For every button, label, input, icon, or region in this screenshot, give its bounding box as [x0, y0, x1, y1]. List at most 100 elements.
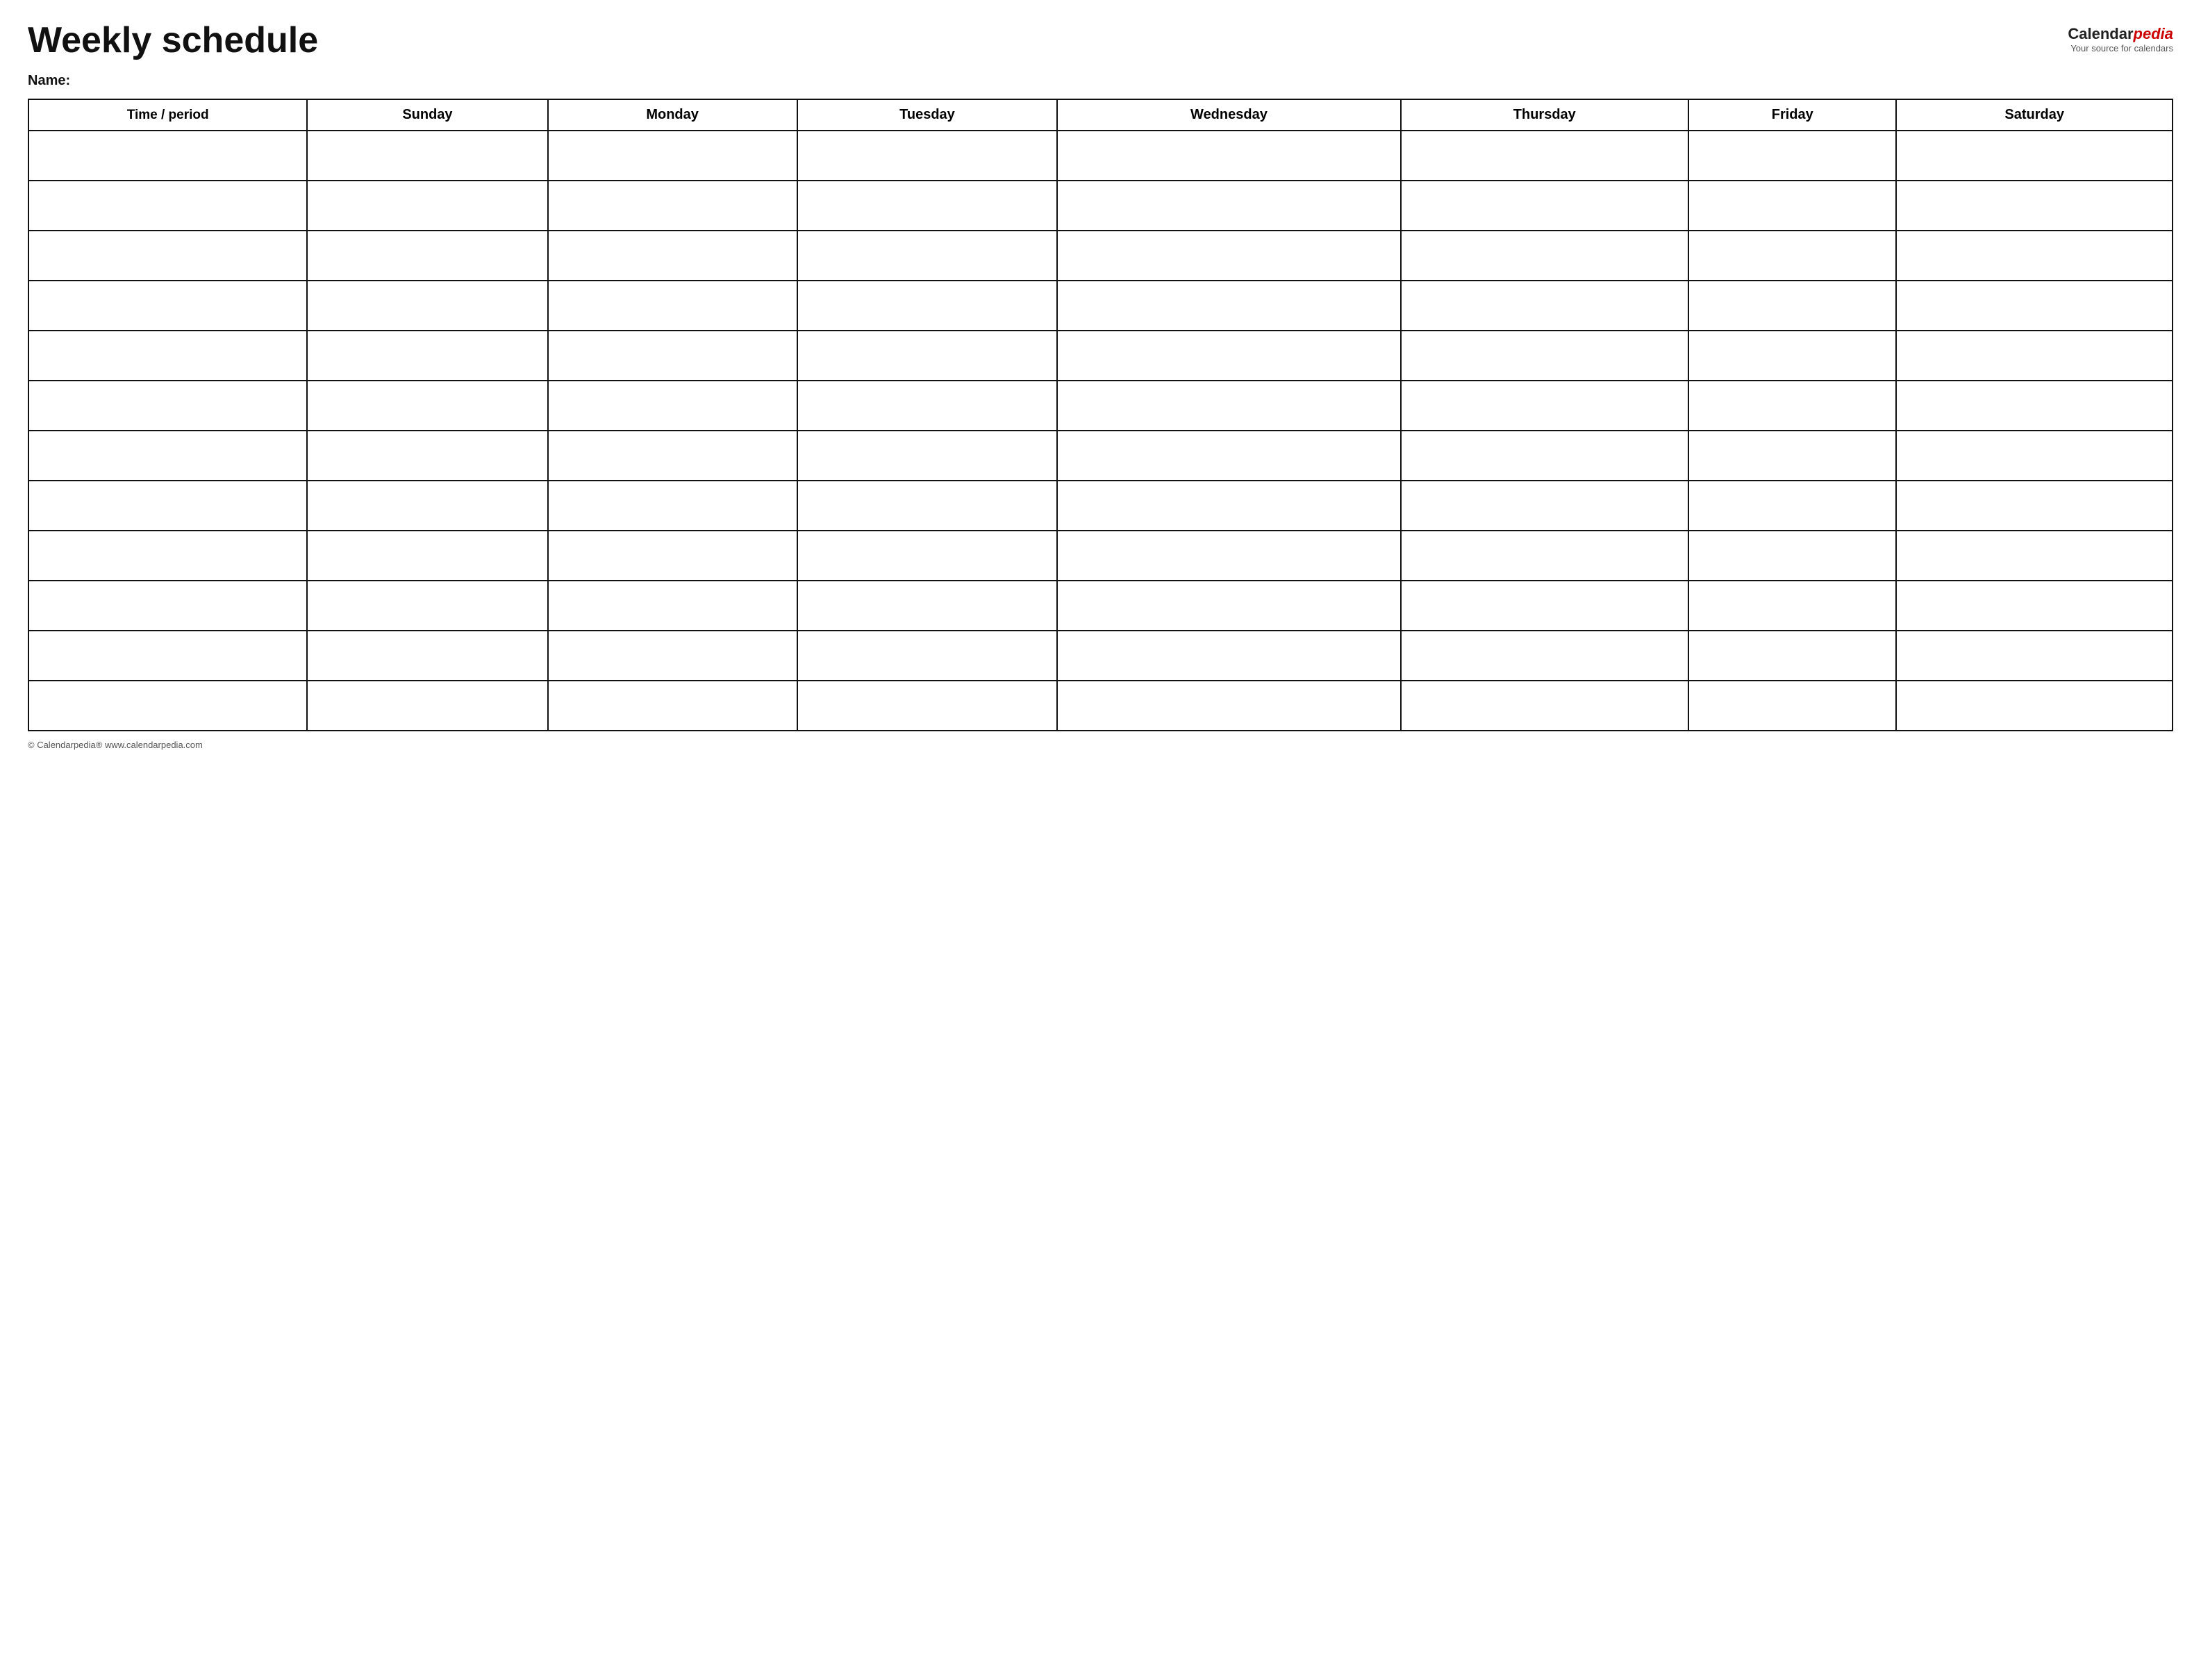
- table-cell[interactable]: [307, 681, 547, 731]
- table-cell[interactable]: [1057, 631, 1400, 681]
- table-cell[interactable]: [28, 381, 307, 431]
- table-cell[interactable]: [1688, 381, 1896, 431]
- table-cell[interactable]: [1057, 131, 1400, 181]
- table-cell[interactable]: [797, 231, 1058, 281]
- table-cell[interactable]: [1401, 581, 1689, 631]
- table-cell[interactable]: [28, 281, 307, 331]
- table-cell[interactable]: [797, 181, 1058, 231]
- table-cell[interactable]: [307, 331, 547, 381]
- table-cell[interactable]: [548, 331, 797, 381]
- table-cell[interactable]: [28, 331, 307, 381]
- table-cell[interactable]: [1401, 281, 1689, 331]
- table-cell[interactable]: [307, 581, 547, 631]
- table-cell[interactable]: [1057, 431, 1400, 481]
- table-cell[interactable]: [28, 481, 307, 531]
- table-cell[interactable]: [797, 131, 1058, 181]
- table-cell[interactable]: [1688, 531, 1896, 581]
- table-cell[interactable]: [1896, 281, 2173, 331]
- table-cell[interactable]: [1057, 231, 1400, 281]
- schedule-table: Time / periodSundayMondayTuesdayWednesda…: [28, 99, 2173, 731]
- table-cell[interactable]: [307, 281, 547, 331]
- table-cell[interactable]: [1401, 381, 1689, 431]
- table-cell[interactable]: [1401, 181, 1689, 231]
- table-cell[interactable]: [1688, 431, 1896, 481]
- table-cell[interactable]: [797, 631, 1058, 681]
- table-cell[interactable]: [1401, 631, 1689, 681]
- table-cell[interactable]: [28, 581, 307, 631]
- table-cell[interactable]: [1057, 381, 1400, 431]
- table-cell[interactable]: [1401, 131, 1689, 181]
- table-cell[interactable]: [797, 531, 1058, 581]
- table-cell[interactable]: [548, 131, 797, 181]
- table-cell[interactable]: [307, 131, 547, 181]
- table-cell[interactable]: [1401, 481, 1689, 531]
- table-cell[interactable]: [28, 181, 307, 231]
- table-cell[interactable]: [307, 481, 547, 531]
- table-cell[interactable]: [1896, 431, 2173, 481]
- table-cell[interactable]: [1401, 331, 1689, 381]
- table-cell[interactable]: [1896, 331, 2173, 381]
- table-cell[interactable]: [1688, 231, 1896, 281]
- table-cell[interactable]: [1057, 581, 1400, 631]
- table-cell[interactable]: [797, 281, 1058, 331]
- table-cell[interactable]: [548, 181, 797, 231]
- table-cell[interactable]: [1896, 181, 2173, 231]
- table-cell[interactable]: [28, 631, 307, 681]
- table-cell[interactable]: [1057, 531, 1400, 581]
- table-cell[interactable]: [1688, 581, 1896, 631]
- table-cell[interactable]: [548, 581, 797, 631]
- table-cell[interactable]: [307, 381, 547, 431]
- table-cell[interactable]: [28, 681, 307, 731]
- table-cell[interactable]: [548, 281, 797, 331]
- table-cell[interactable]: [307, 531, 547, 581]
- table-cell[interactable]: [797, 481, 1058, 531]
- table-cell[interactable]: [1896, 381, 2173, 431]
- table-cell[interactable]: [548, 481, 797, 531]
- table-cell[interactable]: [1688, 331, 1896, 381]
- table-row: [28, 281, 2173, 331]
- table-cell[interactable]: [28, 231, 307, 281]
- table-cell[interactable]: [1688, 281, 1896, 331]
- table-cell[interactable]: [1057, 181, 1400, 231]
- table-cell[interactable]: [797, 581, 1058, 631]
- table-cell[interactable]: [1896, 531, 2173, 581]
- table-cell[interactable]: [1896, 131, 2173, 181]
- table-cell[interactable]: [548, 531, 797, 581]
- table-cell[interactable]: [1688, 681, 1896, 731]
- table-cell[interactable]: [1896, 681, 2173, 731]
- table-cell[interactable]: [548, 631, 797, 681]
- table-cell[interactable]: [1401, 681, 1689, 731]
- table-cell[interactable]: [1057, 681, 1400, 731]
- table-cell[interactable]: [548, 431, 797, 481]
- logo-calendar: Calendar: [2068, 25, 2133, 42]
- table-cell[interactable]: [1401, 431, 1689, 481]
- table-cell[interactable]: [307, 231, 547, 281]
- table-cell[interactable]: [548, 681, 797, 731]
- table-cell[interactable]: [28, 431, 307, 481]
- table-cell[interactable]: [548, 231, 797, 281]
- table-cell[interactable]: [28, 531, 307, 581]
- table-cell[interactable]: [1401, 231, 1689, 281]
- table-cell[interactable]: [1896, 481, 2173, 531]
- table-cell[interactable]: [1057, 331, 1400, 381]
- table-cell[interactable]: [797, 331, 1058, 381]
- table-cell[interactable]: [1401, 531, 1689, 581]
- table-cell[interactable]: [1896, 231, 2173, 281]
- table-cell[interactable]: [1688, 181, 1896, 231]
- table-cell[interactable]: [1688, 631, 1896, 681]
- table-cell[interactable]: [1688, 131, 1896, 181]
- logo-text: Calendarpedia: [2068, 25, 2173, 43]
- table-cell[interactable]: [1688, 481, 1896, 531]
- table-cell[interactable]: [1896, 631, 2173, 681]
- table-cell[interactable]: [797, 381, 1058, 431]
- table-cell[interactable]: [28, 131, 307, 181]
- table-cell[interactable]: [797, 681, 1058, 731]
- table-cell[interactable]: [1057, 481, 1400, 531]
- table-cell[interactable]: [1896, 581, 2173, 631]
- table-cell[interactable]: [307, 181, 547, 231]
- table-cell[interactable]: [1057, 281, 1400, 331]
- table-cell[interactable]: [548, 381, 797, 431]
- table-cell[interactable]: [797, 431, 1058, 481]
- table-cell[interactable]: [307, 431, 547, 481]
- table-cell[interactable]: [307, 631, 547, 681]
